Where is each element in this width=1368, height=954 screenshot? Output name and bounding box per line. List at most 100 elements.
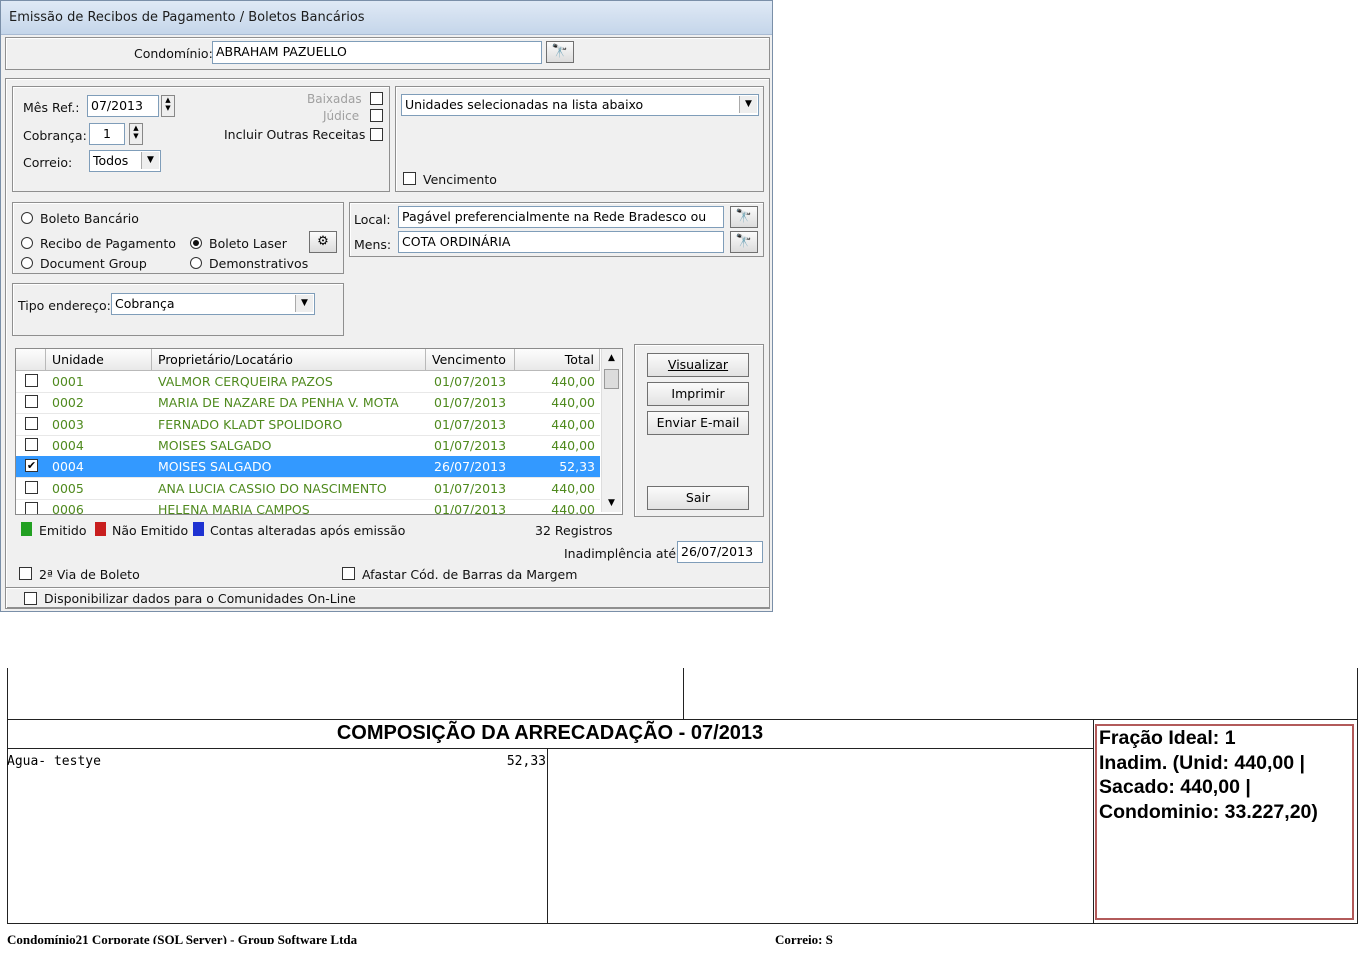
report-footer: Condomínio21 Corporate (SQL Server) - Gr… bbox=[7, 932, 1358, 944]
grid-scrollbar[interactable]: ▲ ▼ bbox=[601, 349, 621, 512]
row-checkbox[interactable] bbox=[25, 395, 38, 409]
table-row[interactable]: 0001 VALMOR CERQUEIRA PAZOS 01/07/2013 440,… bbox=[16, 371, 600, 393]
afastar-codigo-checkbox[interactable] bbox=[342, 567, 355, 580]
row-checkbox[interactable] bbox=[25, 501, 38, 514]
row-cell-total: 52,33 bbox=[559, 459, 595, 475]
correio-select[interactable]: Todos ▼ bbox=[89, 150, 161, 172]
table-row[interactable]: 0004 MOISES SALGADO 01/07/2013 440,00 bbox=[16, 435, 600, 457]
scroll-down-icon[interactable]: ▼ bbox=[602, 494, 621, 512]
row-checkbox[interactable] bbox=[25, 480, 38, 494]
enviar-email-button[interactable]: Enviar E-mail bbox=[647, 411, 749, 435]
boleto-laser-radio[interactable] bbox=[190, 237, 202, 249]
row-cell-nome: FERNADO KLADT SPOLIDORO bbox=[158, 416, 343, 432]
condominio-field[interactable]: ABRAHAM PAZUELLO bbox=[212, 41, 542, 64]
online-panel: Disponibilizar dados para o Comunidades … bbox=[5, 587, 770, 609]
row-cell-unidade: 0004 bbox=[52, 437, 84, 453]
cobranca-field[interactable]: 1 bbox=[89, 123, 125, 145]
report-box-divider bbox=[1093, 719, 1094, 924]
table-row[interactable]: ✔ 0004 MOISES SALGADO 26/07/2013 52,33 bbox=[16, 456, 600, 479]
row-checkbox[interactable] bbox=[25, 416, 38, 430]
mes-ref-spinner[interactable]: ▲ ▼ bbox=[161, 95, 175, 117]
chevron-down-icon: ▼ bbox=[295, 295, 313, 312]
row-cell-total: 440,00 bbox=[551, 480, 595, 496]
sair-button[interactable]: Sair bbox=[647, 486, 749, 510]
correio-label: Correio: bbox=[23, 155, 73, 170]
actions-panel: Visualizar Imprimir Enviar E-mail Sair bbox=[634, 344, 764, 517]
table-row[interactable]: 0005 ANA LUCIA CASSIO DO NASCIMENTO 01/07/… bbox=[16, 478, 600, 500]
mens-field[interactable]: COTA ORDINÁRIA bbox=[398, 231, 724, 253]
cobranca-spinner[interactable]: ▲ ▼ bbox=[129, 123, 143, 145]
scroll-up-icon[interactable]: ▲ bbox=[602, 349, 621, 367]
correio-value: Todos bbox=[93, 153, 129, 168]
row-checkbox[interactable]: ✔ bbox=[25, 459, 38, 473]
tipo-endereco-label: Tipo endereço: bbox=[18, 298, 111, 313]
table-row[interactable]: 0003 FERNADO KLADT SPOLIDORO 01/07/2013 440… bbox=[16, 414, 600, 436]
judice-checkbox[interactable] bbox=[370, 109, 383, 122]
row-cell-venc: 26/07/2013 bbox=[434, 459, 507, 475]
vencimento-checkbox[interactable] bbox=[403, 172, 416, 185]
inadim-unid: Inadim. (Unid: 440,00 | bbox=[1099, 751, 1305, 774]
chevron-down-icon: ▼ bbox=[141, 152, 159, 169]
recibo-pagamento-radio[interactable] bbox=[21, 237, 33, 249]
row-cell-unidade: 0005 bbox=[52, 480, 84, 496]
segunda-via-checkbox[interactable] bbox=[19, 567, 32, 580]
report-left-border bbox=[7, 668, 8, 924]
condominio-search-button[interactable]: 🔭 bbox=[546, 41, 574, 63]
mes-ref-field[interactable]: 07/2013 bbox=[87, 95, 159, 117]
afastar-codigo-label: Afastar Cód. de Barras da Margem bbox=[362, 567, 578, 582]
report-right-border bbox=[1357, 668, 1358, 924]
mes-ref-label: Mês Ref.: bbox=[23, 100, 80, 115]
disponibilizar-label: Disponibilizar dados para o Comunidades … bbox=[44, 591, 356, 606]
row-cell-venc: 01/07/2013 bbox=[434, 437, 507, 453]
row-checkbox[interactable] bbox=[25, 374, 38, 387]
table-row[interactable]: 0002 MARIA DE NAZARE DA PENHA V. MOTA 01/0… bbox=[16, 392, 600, 415]
row-checkbox[interactable] bbox=[25, 437, 38, 451]
grid-header-unidade[interactable]: Unidade bbox=[46, 349, 152, 371]
incluir-outras-receitas-checkbox[interactable] bbox=[370, 128, 383, 141]
inadimplencia-field[interactable]: 26/07/2013 bbox=[677, 541, 763, 563]
report-item-value: 52,33 bbox=[506, 754, 546, 769]
recibo-pagamento-label: Recibo de Pagamento bbox=[40, 236, 176, 251]
report-title: COMPOSIÇÃO DA ARRECADAÇÃO - 07/2013 bbox=[336, 722, 764, 744]
window-title: Emissão de Recibos de Pagamento / Boleto… bbox=[9, 10, 365, 25]
document-group-radio[interactable] bbox=[21, 257, 33, 269]
local-field[interactable]: Pagável preferencialmente na Rede Brades… bbox=[398, 206, 724, 228]
contas-color-swatch bbox=[193, 522, 204, 536]
mens-search-button[interactable]: 🔭 bbox=[730, 231, 758, 253]
row-cell-nome: MOISES SALGADO bbox=[158, 459, 272, 475]
row-cell-unidade: 0003 bbox=[52, 416, 84, 432]
tipo-endereco-select[interactable]: Cobrança ▼ bbox=[111, 293, 315, 315]
grid-header-vencimento[interactable]: Vencimento bbox=[426, 349, 515, 371]
receipt-emission-window: Emissão de Recibos de Pagamento / Boleto… bbox=[0, 0, 773, 612]
chevron-down-icon: ▼ bbox=[739, 96, 757, 113]
disponibilizar-checkbox[interactable] bbox=[24, 592, 37, 605]
emitido-color-swatch bbox=[21, 522, 32, 536]
row-cell-unidade: 0006 bbox=[52, 501, 84, 515]
document-type-panel: Boleto Bancário Recibo de Pagamento Bole… bbox=[12, 202, 344, 274]
row-cell-nome: MOISES SALGADO bbox=[158, 437, 272, 453]
row-cell-total: 440,00 bbox=[551, 374, 595, 389]
local-search-button[interactable]: 🔭 bbox=[730, 206, 758, 228]
report-header-line bbox=[7, 719, 1358, 720]
grid-header-proprietario[interactable]: Proprietário/Locatário bbox=[152, 349, 426, 371]
demonstrativos-radio[interactable] bbox=[190, 257, 202, 269]
selection-select[interactable]: Unidades selecionadas na lista abaixo ▼ bbox=[401, 94, 759, 116]
params-panel: Mês Ref.: 07/2013 ▲ ▼ Cobrança: 1 ▲ ▼ Corr… bbox=[12, 86, 390, 192]
condominio-panel: Condomínio: ABRAHAM PAZUELLO 🔭 bbox=[5, 37, 770, 70]
tipo-endereco-value: Cobrança bbox=[115, 296, 175, 311]
visualizar-button[interactable]: Visualizar bbox=[647, 353, 749, 377]
boleto-bancario-radio[interactable] bbox=[21, 212, 33, 224]
binoculars-icon: 🔭 bbox=[735, 234, 753, 249]
grid-header-total[interactable]: Total bbox=[515, 349, 600, 371]
row-cell-venc: 01/07/2013 bbox=[434, 416, 507, 432]
layout-settings-button[interactable]: ⚙ bbox=[309, 231, 337, 253]
row-cell-total: 440,00 bbox=[551, 395, 595, 411]
table-row[interactable]: 0006 HELENA MARIA CAMPOS 01/07/2013 440,00 bbox=[16, 499, 600, 515]
boleto-laser-label: Boleto Laser bbox=[209, 236, 287, 251]
fracao-box: Fração Ideal: 1 Inadim. (Unid: 440,00 | … bbox=[1095, 724, 1354, 920]
vencimento-label: Vencimento bbox=[423, 172, 497, 187]
imprimir-button[interactable]: Imprimir bbox=[647, 382, 749, 406]
scroll-thumb[interactable] bbox=[604, 369, 619, 389]
baixadas-checkbox[interactable] bbox=[370, 92, 383, 105]
baixadas-label: Baixadas bbox=[307, 92, 362, 106]
